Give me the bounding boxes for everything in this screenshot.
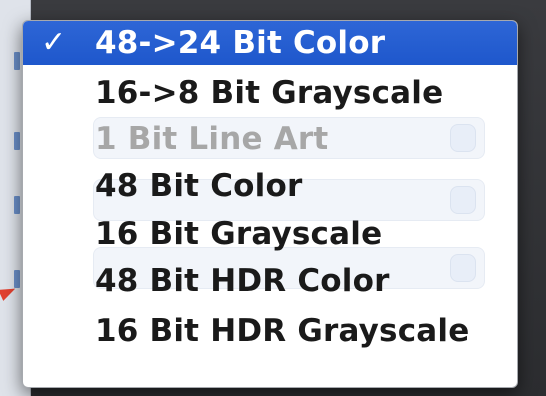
- menu-item-16-bit-grayscale[interactable]: 16 Bit Grayscale: [23, 212, 517, 256]
- menu-item-label: 48->24 Bit Color: [95, 25, 386, 61]
- checkmark-icon: ✓: [41, 25, 67, 60]
- menu-item-48-bit-hdr-color[interactable]: 48 Bit HDR Color: [23, 259, 517, 303]
- control-edge: [14, 52, 20, 70]
- menu-item-16-bit-hdr-grayscale[interactable]: 16 Bit HDR Grayscale: [23, 309, 517, 353]
- menu-item-label: 16 Bit Grayscale: [95, 216, 383, 252]
- menu-item-48-24-bit-color[interactable]: ✓ 48->24 Bit Color: [23, 21, 517, 65]
- menu-item-label: 48 Bit HDR Color: [95, 263, 390, 299]
- menu-item-16-8-bit-grayscale[interactable]: 16->8 Bit Grayscale: [23, 71, 517, 115]
- control-edge: [14, 132, 20, 150]
- menu-item-label: 16 Bit HDR Grayscale: [95, 313, 470, 349]
- control-edge: [14, 270, 20, 288]
- menu-item-1-bit-line-art: 1 Bit Line Art: [23, 117, 517, 161]
- menu-item-label: 1 Bit Line Art: [95, 121, 329, 157]
- control-edge: [14, 196, 20, 214]
- color-mode-popup-menu[interactable]: ✓ 48->24 Bit Color 16->8 Bit Grayscale 1…: [22, 20, 518, 388]
- menu-item-48-bit-color[interactable]: 48 Bit Color: [23, 164, 517, 208]
- menu-item-label: 48 Bit Color: [95, 168, 303, 204]
- menu-item-label: 16->8 Bit Grayscale: [95, 75, 444, 111]
